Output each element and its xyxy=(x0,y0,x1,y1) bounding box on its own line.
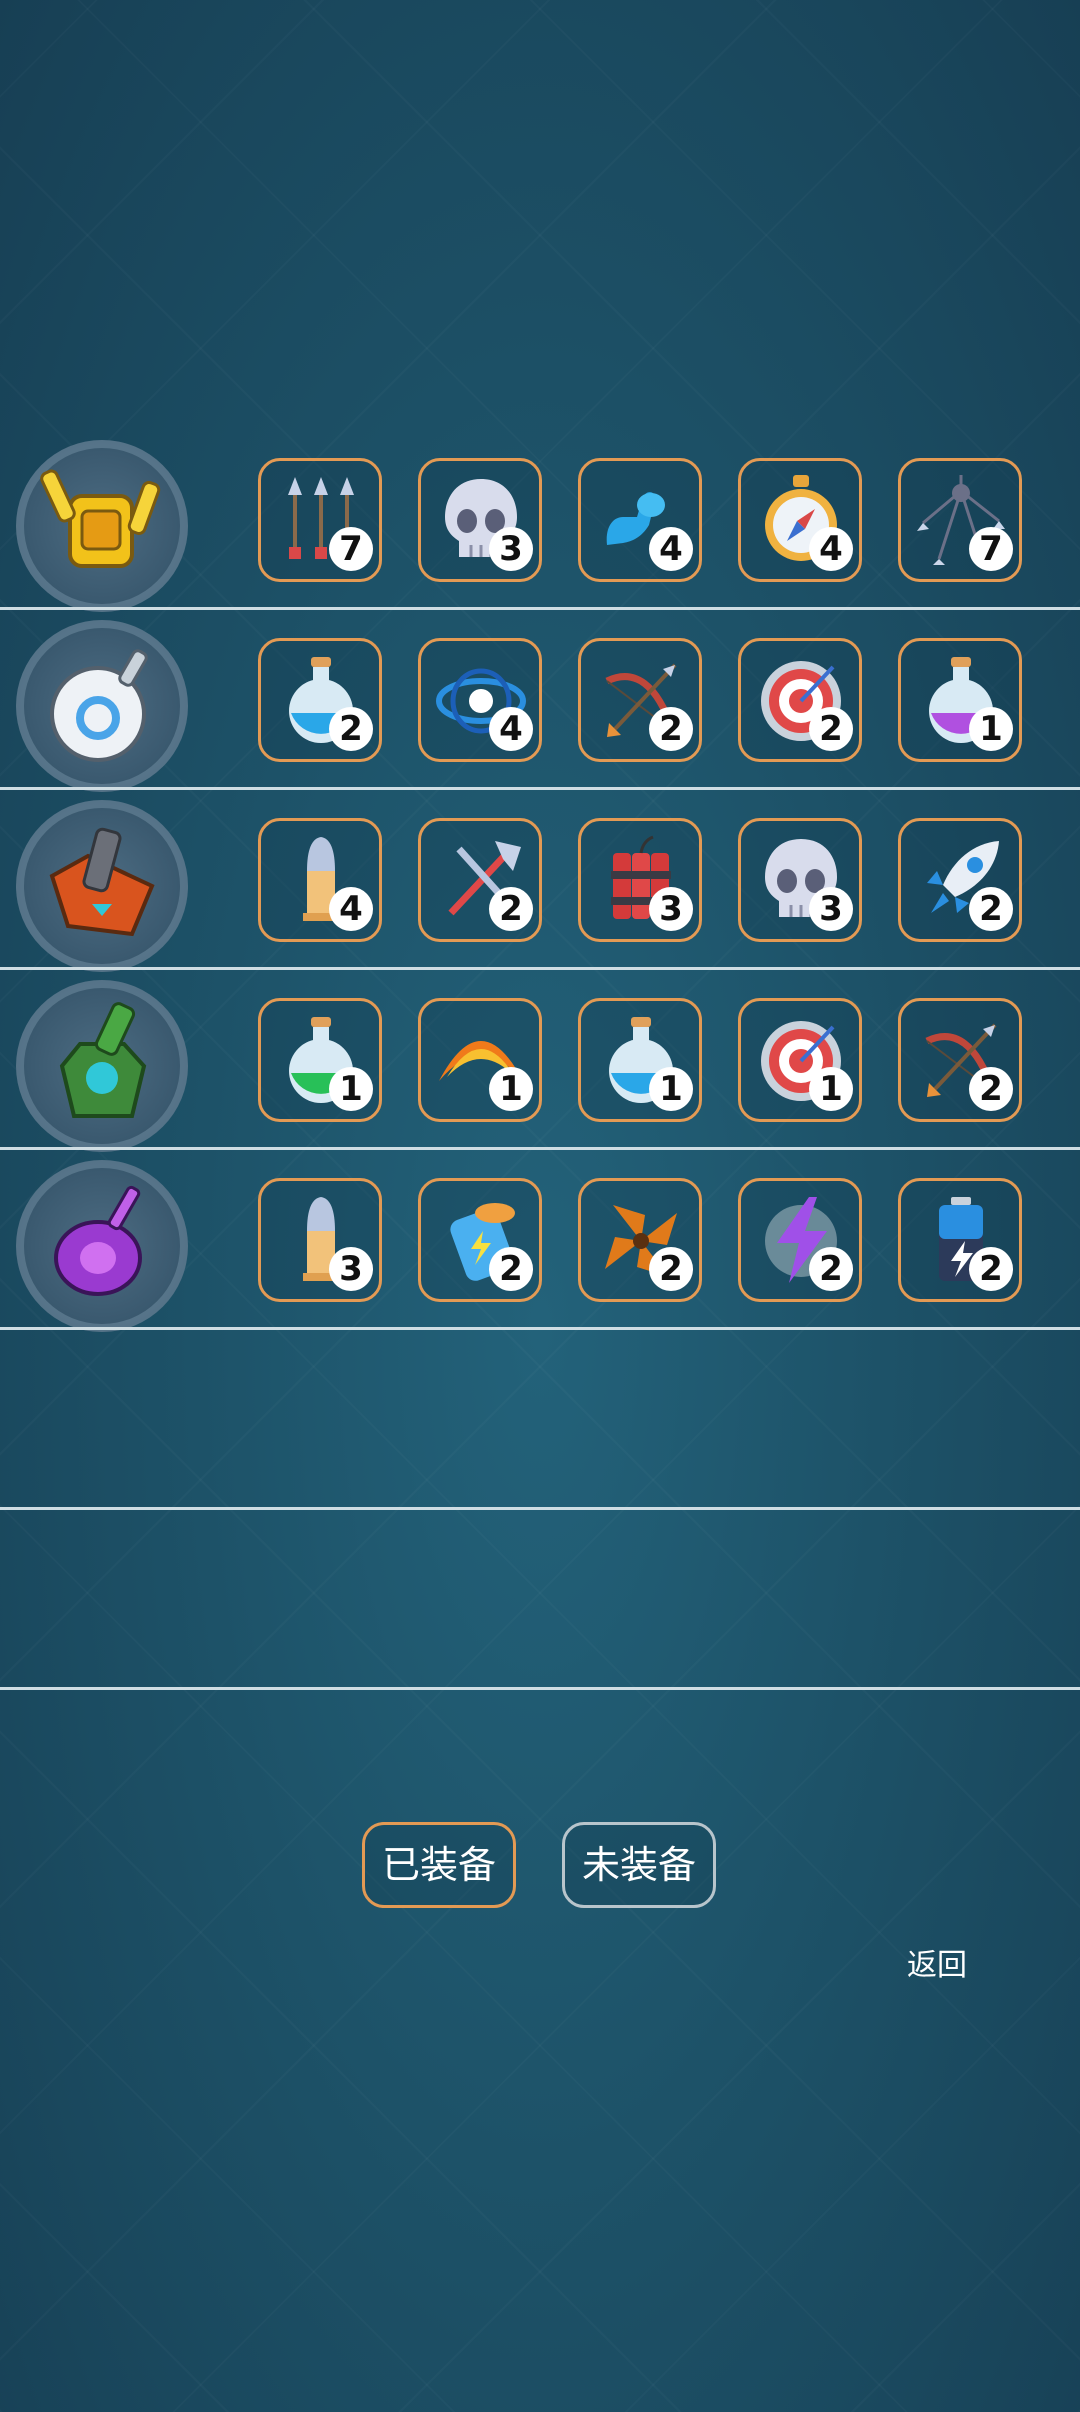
skill-slot[interactable]: 4 xyxy=(418,638,542,762)
tank-slot-4[interactable] xyxy=(16,980,188,1152)
skill-slot[interactable]: 3 xyxy=(418,458,542,582)
skill-slot[interactable]: 2 xyxy=(418,1178,542,1302)
tank-slot-2[interactable] xyxy=(16,620,188,792)
skill-slot[interactable]: 1 xyxy=(258,998,382,1122)
skill-count-badge: 1 xyxy=(649,1067,693,1111)
tank-row-7-empty xyxy=(0,1510,1080,1690)
skill-count-badge: 7 xyxy=(969,527,1013,571)
tank-slot-5[interactable] xyxy=(16,1160,188,1332)
skill-count-badge: 2 xyxy=(969,1247,1013,1291)
skill-count-badge: 2 xyxy=(489,887,533,931)
skill-count-badge: 2 xyxy=(329,707,373,751)
skill-slot[interactable]: 3 xyxy=(258,1178,382,1302)
yellow-twin-cannon-tank-icon xyxy=(40,469,161,568)
skill-count-badge: 4 xyxy=(329,887,373,931)
purple-crystal-tank-icon xyxy=(54,1185,142,1296)
skill-slot[interactable]: 1 xyxy=(738,998,862,1122)
skill-slot[interactable]: 2 xyxy=(578,638,702,762)
skill-count-badge: 3 xyxy=(329,1247,373,1291)
skill-slot[interactable]: 2 xyxy=(418,818,542,942)
skill-slot[interactable]: 1 xyxy=(898,638,1022,762)
skill-slot[interactable]: 2 xyxy=(738,1178,862,1302)
tank-row-4: 1 1 1 1 2 xyxy=(0,970,1080,1152)
tank-slot-1[interactable] xyxy=(16,440,188,612)
skill-slot[interactable]: 7 xyxy=(898,458,1022,582)
tank-slot-3[interactable] xyxy=(16,800,188,972)
skill-slot[interactable]: 7 xyxy=(258,458,382,582)
skill-slot[interactable]: 2 xyxy=(898,1178,1022,1302)
skill-slot[interactable]: 3 xyxy=(738,818,862,942)
skill-count-badge: 2 xyxy=(969,887,1013,931)
skill-count-badge: 2 xyxy=(809,1247,853,1291)
skill-count-badge: 4 xyxy=(809,527,853,571)
white-orb-tank-icon xyxy=(50,649,148,762)
skill-count-badge: 3 xyxy=(489,527,533,571)
skill-count-badge: 2 xyxy=(489,1247,533,1291)
tank-row-6-empty xyxy=(0,1330,1080,1510)
skill-slot[interactable]: 1 xyxy=(418,998,542,1122)
skill-count-badge: 1 xyxy=(809,1067,853,1111)
skill-slot[interactable]: 4 xyxy=(578,458,702,582)
tank-row-1: 7 3 4 4 7 xyxy=(0,430,1080,612)
skill-slot[interactable]: 4 xyxy=(738,458,862,582)
skill-rows: 7 3 4 4 7 2 4 2 2 1 4 2 3 3 2 1 1 1 1 2 … xyxy=(0,430,1080,1690)
skill-count-badge: 3 xyxy=(649,887,693,931)
skill-count-badge: 2 xyxy=(969,1067,1013,1111)
skill-count-badge: 7 xyxy=(329,527,373,571)
orange-cannon-tank-icon xyxy=(49,827,155,937)
skill-count-badge: 1 xyxy=(489,1067,533,1111)
skill-slot[interactable]: 2 xyxy=(898,998,1022,1122)
row-divider xyxy=(0,1687,1080,1690)
skill-count-badge: 4 xyxy=(649,527,693,571)
skill-slot[interactable]: 2 xyxy=(258,638,382,762)
skill-count-badge: 1 xyxy=(969,707,1013,751)
skill-slot[interactable]: 4 xyxy=(258,818,382,942)
skill-count-badge: 2 xyxy=(809,707,853,751)
back-button[interactable]: 返回 xyxy=(902,1944,972,1988)
skill-count-badge: 2 xyxy=(649,1247,693,1291)
skill-count-badge: 4 xyxy=(489,707,533,751)
skill-slot[interactable]: 2 xyxy=(898,818,1022,942)
skill-slot[interactable]: 2 xyxy=(578,1178,702,1302)
skill-count-badge: 3 xyxy=(809,887,853,931)
skill-slot[interactable]: 2 xyxy=(738,638,862,762)
skill-slot[interactable]: 1 xyxy=(578,998,702,1122)
tank-row-2: 2 4 2 2 1 xyxy=(0,610,1080,792)
equipped-tab-button[interactable]: 已装备 xyxy=(362,1822,516,1908)
unequipped-tab-button[interactable]: 未装备 xyxy=(562,1822,716,1908)
skill-count-badge: 2 xyxy=(649,707,693,751)
skill-count-badge: 1 xyxy=(329,1067,373,1111)
green-bottle-tank-icon xyxy=(59,1002,147,1118)
skill-slot[interactable]: 3 xyxy=(578,818,702,942)
tank-row-5: 3 2 2 2 2 xyxy=(0,1150,1080,1332)
tank-row-3: 4 2 3 3 2 xyxy=(0,790,1080,972)
